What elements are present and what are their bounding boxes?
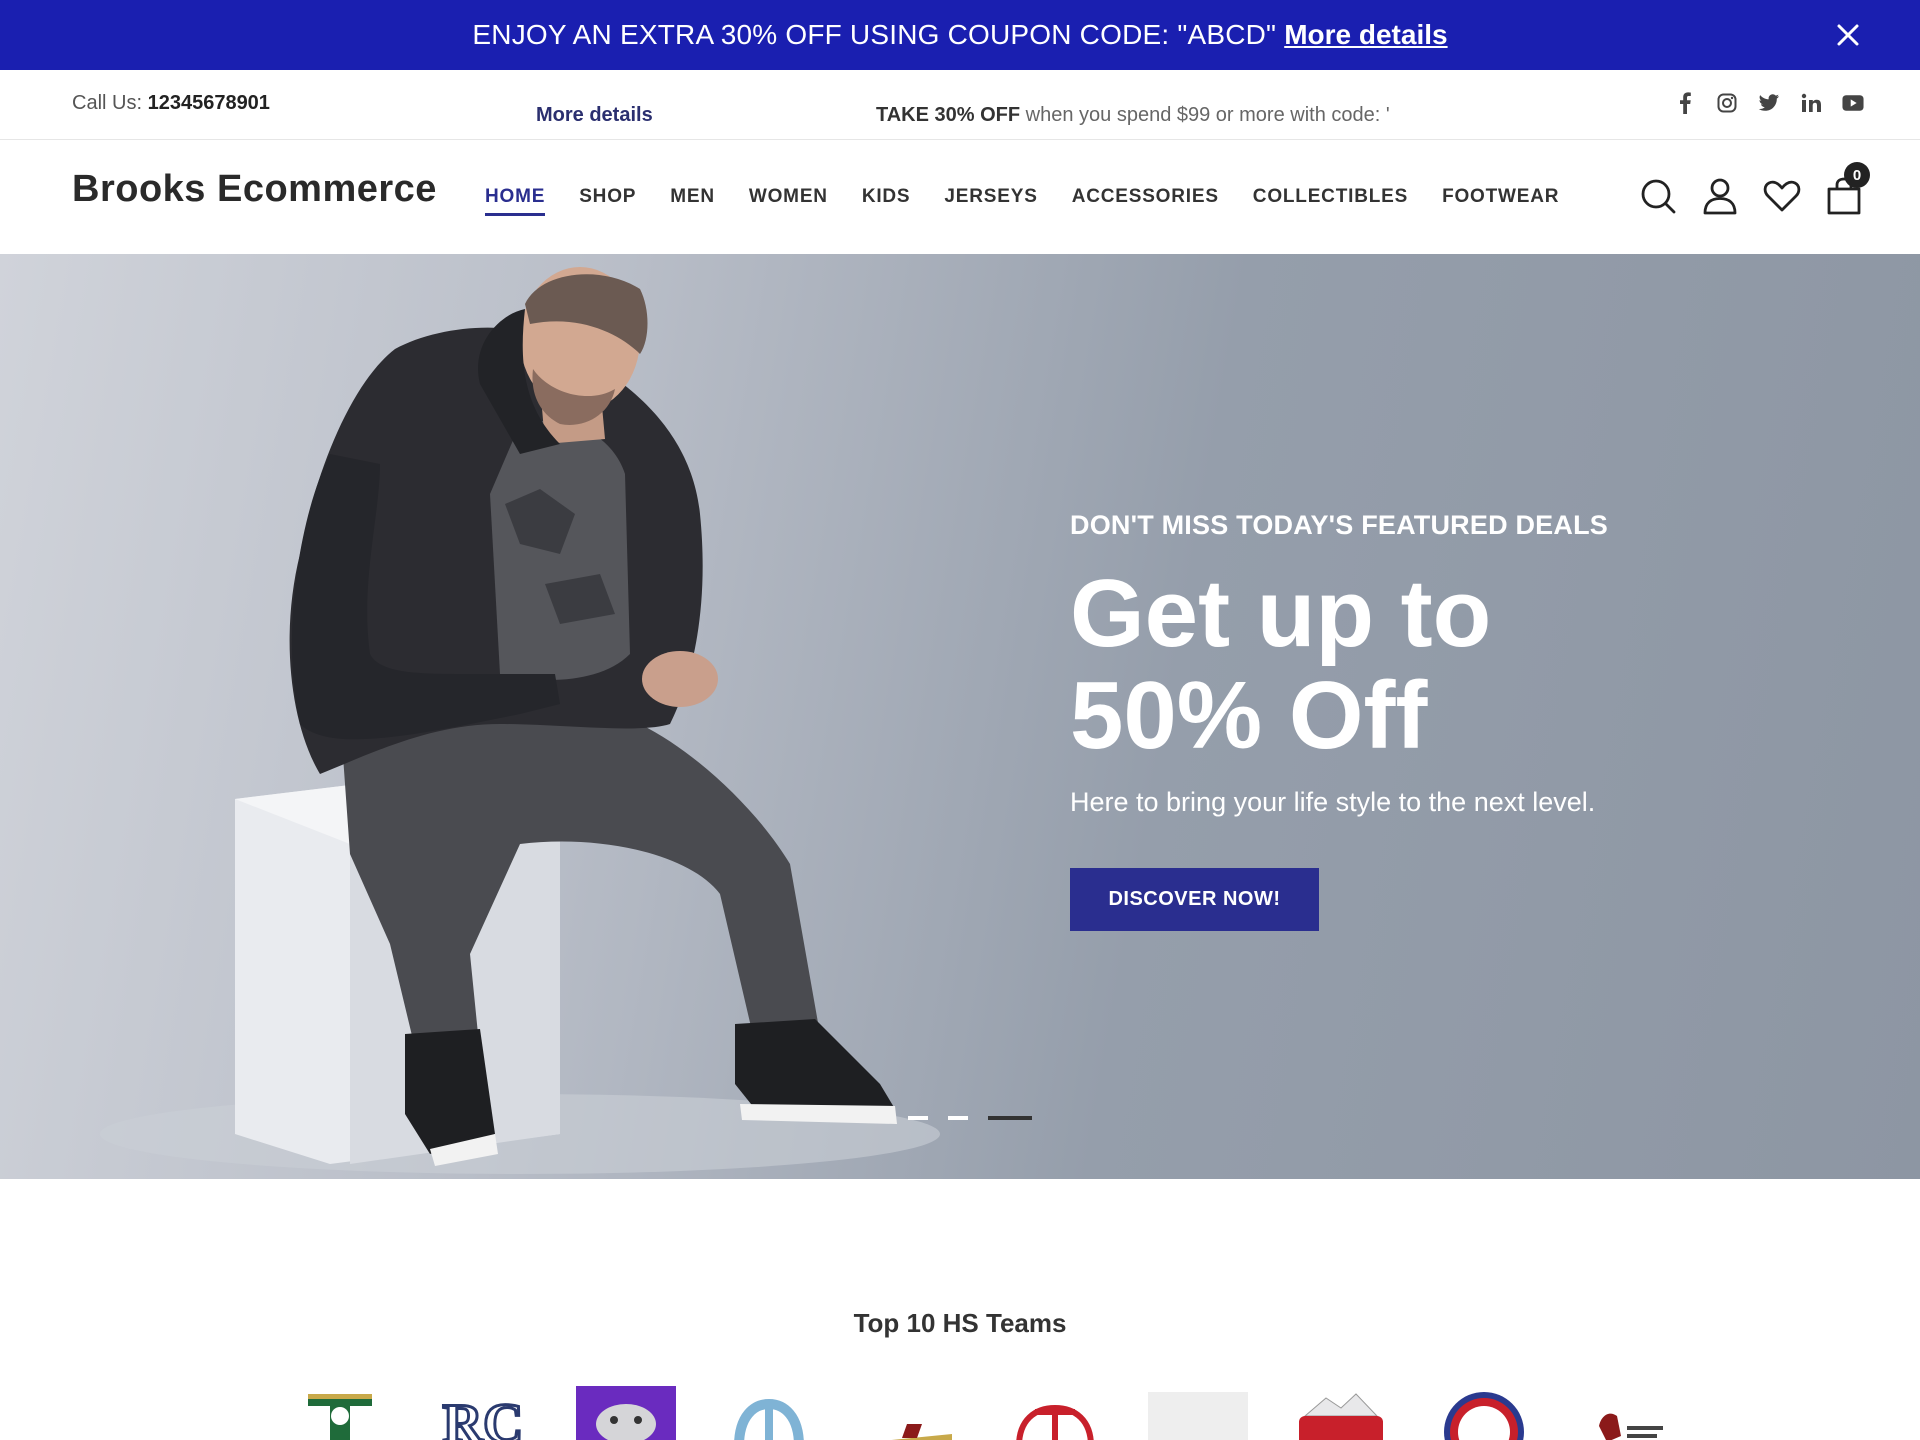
slider-pagination	[908, 1116, 1032, 1120]
cart-count-badge: 0	[1844, 162, 1870, 188]
nav-kids[interactable]: KIDS	[862, 186, 911, 214]
hero-model-image	[100, 267, 940, 1174]
nav-men[interactable]: MEN	[670, 186, 715, 214]
close-icon[interactable]	[1832, 19, 1864, 51]
nav-accessories[interactable]: ACCESSORIES	[1072, 186, 1219, 214]
team-logo-3[interactable]	[576, 1386, 676, 1440]
site-header: Brooks Ecommerce HOME SHOP MEN WOMEN KID…	[0, 140, 1920, 254]
team-logo-7[interactable]	[1148, 1386, 1248, 1440]
team-logo-4[interactable]	[719, 1386, 819, 1440]
teams-section-title: Top 10 HS Teams	[853, 1308, 1067, 1338]
nav-collectibles[interactable]: COLLECTIBLES	[1253, 186, 1408, 214]
nav-shop[interactable]: SHOP	[579, 186, 636, 214]
call-us-label: Call Us:	[72, 92, 143, 114]
hero-title-line-1: Get up to	[1070, 560, 1492, 667]
ticker-offer-text: when you spend $99 or more with code: '	[1020, 104, 1390, 126]
instagram-icon[interactable]	[1716, 92, 1738, 114]
team-logo-9[interactable]	[1434, 1386, 1534, 1440]
team-logo-1[interactable]	[290, 1386, 390, 1440]
nav-home[interactable]: HOME	[485, 186, 546, 216]
ticker-offer-bold: TAKE 30% OFF	[876, 104, 1021, 126]
heart-icon[interactable]	[1762, 176, 1802, 216]
team-logo-10[interactable]	[1577, 1386, 1677, 1440]
header-actions: 0	[1638, 162, 1870, 216]
youtube-icon[interactable]	[1842, 92, 1864, 114]
discover-now-button[interactable]: DISCOVER NOW!	[1070, 868, 1319, 931]
slider-dot-1[interactable]	[908, 1116, 928, 1120]
slider-dot-3[interactable]	[988, 1116, 1032, 1120]
team-logo-5[interactable]	[862, 1386, 962, 1440]
promo-more-details-link[interactable]: More details	[1284, 19, 1447, 51]
hero-eyebrow: DON'T MISS TODAY'S FEATURED DEALS	[1070, 510, 1608, 540]
utility-bar: Call Us: 12345678901 More details TAKE 3…	[0, 70, 1920, 140]
hero-title: Get up to 50% Off	[1070, 563, 1830, 767]
svg-text:RC: RC	[443, 1393, 524, 1440]
call-us: Call Us: 12345678901	[72, 92, 270, 115]
ticker-offer: TAKE 30% OFF when you spend $99 or more …	[876, 104, 1390, 127]
linkedin-icon[interactable]	[1800, 92, 1822, 114]
search-icon[interactable]	[1638, 176, 1678, 216]
promo-text: ENJOY AN EXTRA 30% OFF USING COUPON CODE…	[472, 19, 1277, 50]
twitter-icon[interactable]	[1758, 92, 1780, 114]
team-logo-8[interactable]	[1291, 1386, 1391, 1440]
main-nav: HOME SHOP MEN WOMEN KIDS JERSEYS ACCESSO…	[485, 186, 1559, 216]
phone-number[interactable]: 12345678901	[148, 92, 270, 114]
hero-title-line-2: 50% Off	[1070, 662, 1428, 769]
teams-logo-row: RC	[290, 1386, 1677, 1440]
facebook-icon[interactable]	[1674, 92, 1696, 114]
ticker-more-details-link[interactable]: More details	[536, 104, 653, 127]
nav-footwear[interactable]: FOOTWEAR	[1442, 186, 1559, 214]
cart-button[interactable]: 0	[1824, 162, 1870, 216]
user-icon[interactable]	[1700, 176, 1740, 216]
team-logo-2[interactable]: RC	[433, 1386, 533, 1440]
nav-women[interactable]: WOMEN	[749, 186, 828, 214]
team-logo-6[interactable]	[1005, 1386, 1105, 1440]
hero-subtitle: Here to bring your life style to the nex…	[1070, 787, 1596, 817]
hero-banner: DON'T MISS TODAY'S FEATURED DEALS Get up…	[0, 254, 1920, 1179]
brand-logo[interactable]: Brooks Ecommerce	[72, 168, 437, 211]
social-links	[1674, 92, 1864, 114]
nav-jerseys[interactable]: JERSEYS	[944, 186, 1037, 214]
hero-content: DON'T MISS TODAY'S FEATURED DEALS Get up…	[1070, 510, 1830, 931]
promo-bar: ENJOY AN EXTRA 30% OFF USING COUPON CODE…	[0, 0, 1920, 70]
slider-dot-2[interactable]	[948, 1116, 968, 1120]
